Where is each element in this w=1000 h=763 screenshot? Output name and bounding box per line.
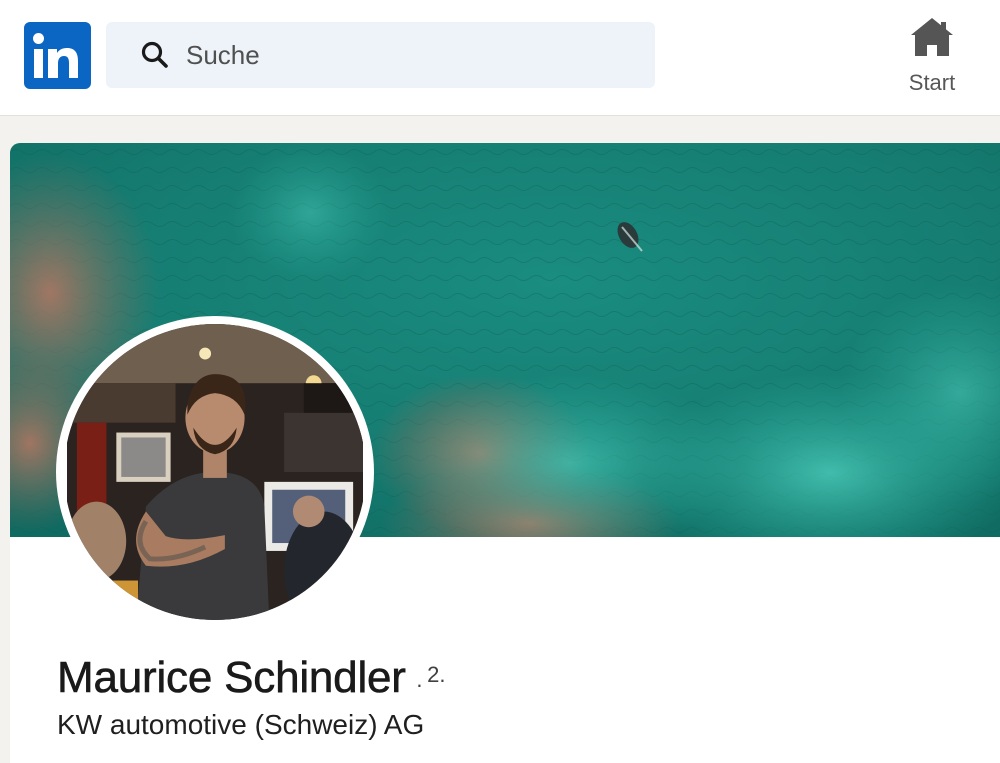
search-input[interactable] [184,38,624,72]
profile-photo[interactable] [56,316,374,630]
profile-photo-image [67,324,363,630]
linkedin-logo-icon [33,33,78,78]
profile-name: Maurice Schindler [57,653,407,703]
search-icon [141,41,168,68]
degree-separator: · [415,672,424,697]
profile-name-row: Maurice Schindler · 2. [57,653,446,703]
connection-degree-badge: 2. [427,662,446,687]
nav-item-start[interactable]: Start [896,14,968,104]
profile-headline: KW automotive (Schweiz) AG [57,709,425,740]
nav-item-start-label: Start [908,70,956,95]
search-bar[interactable] [106,22,655,88]
top-navigation-bar: Start [0,0,1000,116]
profile-card: Maurice Schindler · 2. KW automotive (Sc… [10,143,1000,763]
linkedin-logo[interactable] [24,22,91,89]
home-icon [911,18,953,56]
